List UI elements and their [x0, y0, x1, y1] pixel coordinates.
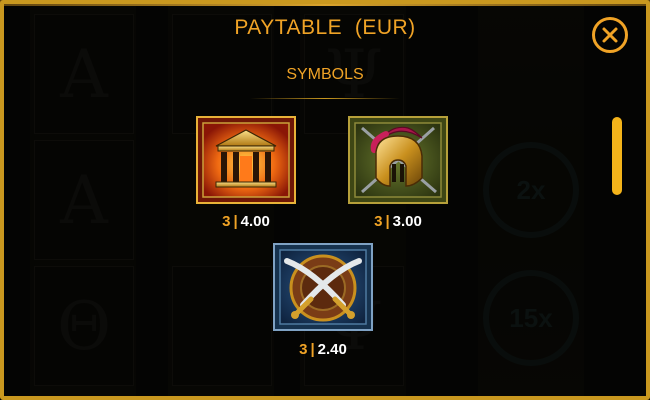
section-heading: SYMBOLS: [286, 66, 364, 83]
scrollbar-thumb[interactable]: [612, 117, 622, 195]
separator: |: [233, 213, 238, 230]
symbol-count: 3: [222, 213, 231, 230]
temple-symbol: [196, 116, 296, 204]
payout-helmet: 3 | 3.00: [328, 213, 468, 230]
separator: |: [385, 213, 390, 230]
spartan-helmet-icon: [348, 116, 448, 204]
close-button[interactable]: [592, 17, 628, 53]
symbol-count: 3: [299, 341, 308, 358]
payout-value: 2.40: [317, 341, 347, 358]
top-frame-bar: [0, 0, 650, 6]
crossed-swords-shield-icon: [273, 243, 373, 331]
section-divider: [250, 98, 400, 99]
payout-temple: 3 | 4.00: [176, 213, 316, 230]
paytable-title: PAYTABLE (EUR): [234, 16, 416, 39]
symbol-count: 3: [374, 213, 383, 230]
paytable-overlay: [0, 0, 650, 400]
separator: |: [310, 341, 315, 358]
temple-icon: [196, 116, 296, 204]
swords-symbol: [273, 243, 373, 331]
payout-value: 3.00: [392, 213, 422, 230]
close-icon: [602, 27, 618, 43]
helmet-symbol: [348, 116, 448, 204]
payout-swords: 3 | 2.40: [253, 341, 393, 358]
payout-value: 4.00: [240, 213, 270, 230]
